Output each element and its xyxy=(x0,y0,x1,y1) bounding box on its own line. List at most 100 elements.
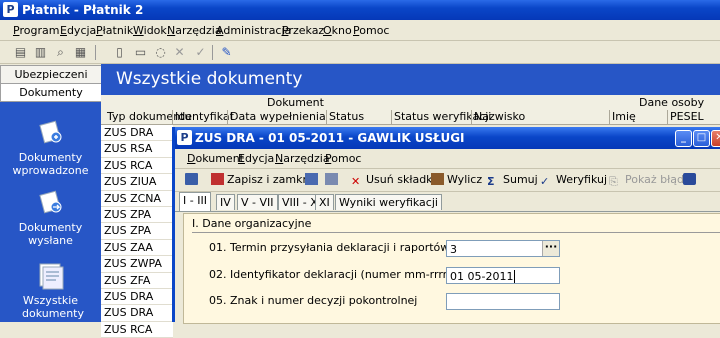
dialog-titlebar[interactable]: P ZUS DRA - 01 05-2011 - GAWLIK USŁUGI _… xyxy=(175,127,720,149)
preview-button[interactable] xyxy=(325,173,341,186)
sidebar-item-wszystkie-dokumenty[interactable]: Wszystkie dokumenty xyxy=(0,262,101,320)
save-close-button[interactable]: Zapisz i zamknij xyxy=(211,173,316,186)
sigma-icon: Σ xyxy=(487,175,495,188)
col-nazwisko[interactable]: Nazwisko xyxy=(471,110,525,124)
sidebar-item-dokumenty-wyslane[interactable]: Dokumenty wysłane xyxy=(0,189,101,247)
book-icon xyxy=(683,173,696,185)
menu-przekaz[interactable]: Przekaz xyxy=(282,24,324,37)
show-error-label: Pokaż błąd xyxy=(625,173,684,186)
open-document-icon[interactable]: ▭ xyxy=(133,45,148,59)
delete-blocks-label: Usuń składki xyxy=(366,173,436,186)
edit-icon[interactable]: ✎ xyxy=(219,45,234,59)
calculate-label: Wylicz xyxy=(447,173,483,186)
col-imie[interactable]: Imię xyxy=(609,110,636,124)
dialog-menu-edycja[interactable]: Edycja xyxy=(238,152,274,165)
col-status[interactable]: Status xyxy=(326,110,364,124)
table-row[interactable]: ZUS DRA xyxy=(101,288,173,306)
search-icon[interactable]: ⌕ xyxy=(53,45,68,59)
menubar: Program Edycja Płatnik Widok Narzędzia A… xyxy=(0,20,720,41)
table-column-header: Typ dokumentu Identyfikat Data wypełnien… xyxy=(101,110,720,125)
col-identyfikator[interactable]: Identyfikat xyxy=(172,110,234,124)
hide-icon[interactable]: ◌ xyxy=(153,45,168,59)
report-icon[interactable]: ▦ xyxy=(73,45,88,59)
help-book-button[interactable] xyxy=(683,173,699,186)
dialog-menu-narzedzia[interactable]: Narzędzia xyxy=(275,152,330,165)
close-button[interactable]: ✕ xyxy=(711,130,720,147)
table-row[interactable]: ZUS DRA xyxy=(101,305,173,322)
tab-i-iii[interactable]: I - III xyxy=(179,192,211,211)
table-row[interactable]: ZUS ZPA xyxy=(101,206,173,224)
menu-pomoc[interactable]: Pomoc xyxy=(353,24,389,37)
table-row[interactable]: ZUS RCA xyxy=(101,157,173,175)
print-icon[interactable]: ▤ xyxy=(13,45,28,59)
sidebar: Ubezpieczeni Dokumenty Dokumenty wprowad… xyxy=(0,64,102,322)
minimize-button[interactable]: _ xyxy=(675,130,692,147)
identyfikator-field[interactable]: 01 05-2011 xyxy=(446,267,560,284)
field-label-termin: 01. Termin przysyłania deklaracji i rapo… xyxy=(209,241,450,254)
table-row[interactable]: ZUS ZWPA xyxy=(101,256,173,273)
col-pesel[interactable]: PESEL xyxy=(667,110,704,124)
menu-administracja[interactable]: Administracja xyxy=(216,24,291,37)
preview-icon xyxy=(325,173,338,185)
print-button[interactable] xyxy=(305,173,321,186)
dialog-tabs: I - III IV V - VII VIII - X XI Wyniki we… xyxy=(175,191,720,212)
sidebar-item-dokumenty-wprowadzone[interactable]: Dokumenty wprowadzone xyxy=(0,119,101,177)
check-icon[interactable]: ✓ xyxy=(193,45,208,59)
ellipsis-button[interactable]: ··· xyxy=(542,241,559,256)
table-row[interactable]: ZUS ZIUA xyxy=(101,174,173,191)
toolbar-separator xyxy=(212,45,213,60)
delete-icon[interactable]: ✕ xyxy=(172,45,187,59)
col-data-wypelnienia[interactable]: Data wypełnienia xyxy=(227,110,326,124)
sidebar-tab-dokumenty[interactable]: Dokumenty xyxy=(0,83,102,102)
checkmark-icon: ✓ xyxy=(540,175,550,188)
table-row[interactable]: ZUS DRA xyxy=(101,125,173,142)
save-close-icon xyxy=(211,173,224,185)
page-title: Wszystkie dokumenty xyxy=(116,69,303,89)
main-toolbar: ▤ ▥ ⌕ ▦ ▯ ▭ ◌ ✕ ✓ ✎ xyxy=(0,41,720,64)
termin-value: 3 xyxy=(450,243,457,256)
dialog-title: ZUS DRA - 01 05-2011 - GAWLIK USŁUGI xyxy=(195,131,465,145)
field-label-identyfikator: 02. Identyfikator deklaracji (numer mm-r… xyxy=(209,268,452,281)
section-divider xyxy=(192,232,720,233)
new-document-icon[interactable]: ▯ xyxy=(112,45,127,59)
tab-wyniki-weryfikacji[interactable]: Wyniki weryfikacji xyxy=(335,194,442,210)
dialog-menu-pomoc[interactable]: Pomoc xyxy=(325,152,361,165)
calculate-button[interactable]: Wylicz xyxy=(431,173,482,186)
menu-narzedzia[interactable]: Narzędzia xyxy=(167,24,222,37)
all-documents-icon xyxy=(36,262,66,290)
document-entered-icon xyxy=(36,119,66,147)
termin-field[interactable]: 3 ··· xyxy=(446,240,560,257)
menu-platnik[interactable]: Płatnik xyxy=(96,24,133,37)
table-row[interactable]: ZUS ZPA xyxy=(101,223,173,240)
tab-iv[interactable]: IV xyxy=(216,194,235,210)
sidebar-tab-ubezpieczeni[interactable]: Ubezpieczeni xyxy=(0,65,102,84)
sum-button[interactable]: Σ Sumuj xyxy=(487,173,538,188)
dialog-menubar: Dokument Edycja Narzędzia Pomoc xyxy=(175,149,720,169)
tab-v-vii[interactable]: V - VII xyxy=(237,194,278,210)
table-row[interactable]: ZUS ZFA xyxy=(101,272,173,289)
tab-xi[interactable]: XI xyxy=(315,194,334,210)
dialog-menu-dokument[interactable]: Dokument xyxy=(187,152,244,165)
table-row[interactable]: ZUS RCA xyxy=(101,321,173,338)
form-area: I. Dane organizacyjne 01. Termin przysył… xyxy=(183,213,720,324)
print-preview-icon[interactable]: ▥ xyxy=(33,45,48,59)
save-button[interactable] xyxy=(185,173,201,186)
table-row[interactable]: ZUS ZCNA xyxy=(101,190,173,207)
znak-decyzji-field[interactable] xyxy=(446,293,560,310)
text-cursor xyxy=(514,270,516,283)
menu-okno[interactable]: Okno xyxy=(323,24,352,37)
table-row[interactable]: ZUS ZAA xyxy=(101,239,173,257)
identyfikator-value: 01 05-2011 xyxy=(450,270,514,283)
menu-edycja[interactable]: Edycja xyxy=(60,24,96,37)
app-titlebar[interactable]: P Płatnik - Płatnik 2 xyxy=(0,0,720,20)
print-icon xyxy=(305,173,318,185)
menu-widok[interactable]: Widok xyxy=(133,24,167,37)
app-icon: P xyxy=(3,2,18,17)
delete-blocks-button[interactable]: ✕ Usuń składki xyxy=(351,173,436,188)
maximize-button[interactable]: □ xyxy=(693,130,710,147)
verify-button[interactable]: ✓ Weryfikuj xyxy=(540,173,607,188)
sum-label: Sumuj xyxy=(503,173,538,186)
table-row[interactable]: ZUS RSA xyxy=(101,141,173,158)
show-error-button[interactable]: ⎘ Pokaż błąd xyxy=(609,173,684,188)
menu-program[interactable]: Program xyxy=(13,24,59,37)
